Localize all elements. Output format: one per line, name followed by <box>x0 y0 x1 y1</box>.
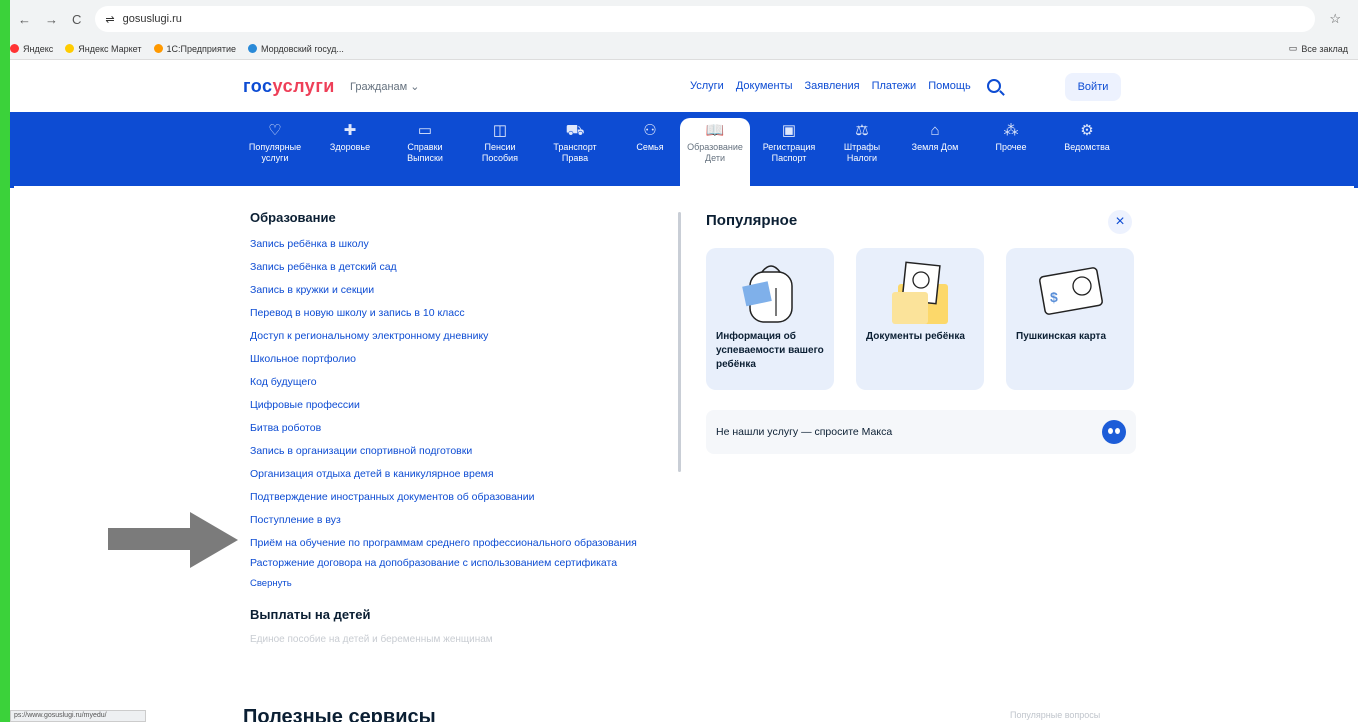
category-transport[interactable]: ⛟ Транспорт Права <box>540 120 610 164</box>
category-popular[interactable]: ♡ Популярные услуги <box>240 120 310 164</box>
nav-applications[interactable]: Заявления <box>805 80 860 92</box>
address-bar: ← → C ⇌ gosuslugi.ru ☆ ⤓ T <box>10 0 1358 38</box>
url-text: gosuslugi.ru <box>122 13 182 25</box>
site-settings-icon[interactable]: ⇌ <box>105 13 114 26</box>
audience-dropdown[interactable]: Гражданам ⌄ <box>350 80 420 93</box>
popular-title: Популярное <box>706 212 798 229</box>
category-other[interactable]: ⁂ Прочее <box>976 120 1046 153</box>
education-dropdown-panel: Образование Запись ребёнка в школу Запис… <box>14 186 1354 696</box>
category-bar: ♡ Популярные услуги ✚ Здоровье ▭ Справки Выпи… <box>10 112 1358 188</box>
url-field[interactable]: ⇌ gosuslugi.ru <box>95 6 1316 32</box>
cross-icon: ✚ <box>343 122 357 139</box>
card-grades[interactable]: Информация об успеваемости вашего ребёнк… <box>706 248 834 390</box>
category-registration[interactable]: ▣ Регистрация Паспорт <box>754 120 824 164</box>
svg-text:$: $ <box>1050 289 1058 305</box>
link-university[interactable]: Поступление в вуз <box>250 509 670 532</box>
education-title: Образование <box>250 210 336 225</box>
link-sports-training[interactable]: Запись в организации спортивной подготов… <box>250 440 670 463</box>
bookmark-1c[interactable]: 1С:Предприятие <box>153 44 236 54</box>
emblem-icon: ⚙ <box>1080 122 1094 139</box>
gosuslugi-logo[interactable]: госуслуги <box>243 76 335 97</box>
link-e-diary[interactable]: Доступ к региональному электронному днев… <box>250 325 670 348</box>
category-health[interactable]: ✚ Здоровье <box>315 120 385 153</box>
search-icon[interactable] <box>986 79 1001 93</box>
wallet-icon: ◫ <box>492 122 508 139</box>
max-assistant-icon[interactable] <box>1102 420 1126 444</box>
useful-services-title: Полезные сервисы <box>243 706 436 722</box>
link-vocational[interactable]: Приём на обучение по программам среднего… <box>250 535 670 552</box>
scrollbar[interactable] <box>678 212 681 472</box>
link-school-enroll[interactable]: Запись ребёнка в школу <box>250 233 670 256</box>
status-url: ps://www.gosuslugi.ru/myedu/ <box>10 710 146 722</box>
nav-documents[interactable]: Документы <box>736 80 793 92</box>
collapse-link[interactable]: Свернуть <box>250 578 670 589</box>
link-clubs[interactable]: Запись в кружки и секции <box>250 279 670 302</box>
link-foreign-docs[interactable]: Подтверждение иностранных документов об … <box>250 486 670 509</box>
reload-icon[interactable]: C <box>72 12 81 27</box>
folder-icon: ▭ <box>417 122 433 139</box>
bookmark-yandex[interactable]: Яндекс <box>10 44 53 54</box>
category-agencies[interactable]: ⚙ Ведомства <box>1052 120 1122 153</box>
pointer-arrow-head <box>190 512 238 568</box>
pushkin-card-icon: $ <box>1039 267 1103 315</box>
link-vacation[interactable]: Организация отдыха детей в каникулярное … <box>250 463 670 486</box>
gavel-icon: ⚖ <box>855 122 869 139</box>
star-icon[interactable]: ☆ <box>1329 11 1341 27</box>
category-land[interactable]: ⌂ Земля Дом <box>900 120 970 153</box>
folder-icon: ▭ <box>1288 43 1298 53</box>
nav-help[interactable]: Помощь <box>928 80 971 92</box>
passport-icon: ▣ <box>781 122 797 139</box>
pointer-arrow-shaft <box>108 528 192 550</box>
all-bookmarks[interactable]: ▭ Все заклад <box>1289 43 1358 54</box>
forward-icon[interactable]: → <box>45 12 58 27</box>
login-button[interactable]: Войти <box>1065 73 1121 101</box>
book-icon: 📖 <box>705 122 725 139</box>
stroller-icon: ⚇ <box>643 122 657 139</box>
link-certificate-contract[interactable]: Расторжение договора на допобразование с… <box>250 555 670 572</box>
category-pensions[interactable]: ◫ Пенсии Пособия <box>465 120 535 164</box>
faded-link[interactable]: Единое пособие на детей и беременным жен… <box>250 634 670 645</box>
card-pushkin[interactable]: $ Пушкинская карта <box>1006 248 1134 390</box>
category-education[interactable]: 📖 Образование Дети <box>680 118 750 188</box>
link-kindergarten[interactable]: Запись ребёнка в детский сад <box>250 256 670 279</box>
globe-icon <box>248 44 257 53</box>
nav-payments[interactable]: Платежи <box>872 80 917 92</box>
back-icon[interactable]: ← <box>18 12 31 27</box>
popular-cards: Информация об успеваемости вашего ребёнк… <box>706 248 1134 390</box>
link-digital-professions[interactable]: Цифровые профессии <box>250 394 670 417</box>
education-links-column: Образование Запись ребёнка в школу Запис… <box>250 210 670 645</box>
faded-footer-text: Популярные вопросы <box>1010 710 1101 720</box>
link-portfolio[interactable]: Школьное портфолио <box>250 348 670 371</box>
heart-icon: ♡ <box>268 122 282 139</box>
child-document-icon <box>892 261 948 324</box>
category-family[interactable]: ⚇ Семья <box>615 120 685 153</box>
market-icon <box>65 44 75 53</box>
browser-window: ← → C ⇌ gosuslugi.ru ☆ ⤓ T Яндекс Яндекс… <box>10 0 1358 722</box>
link-robot-battle[interactable]: Битва роботов <box>250 417 670 440</box>
category-certificates[interactable]: ▭ Справки Выписки <box>390 120 460 164</box>
yandex-icon <box>10 44 19 53</box>
category-fines[interactable]: ⚖ Штрафы Налоги <box>827 120 897 164</box>
1c-icon <box>153 44 163 53</box>
site-header: госуслуги Гражданам ⌄ Услуги Документы З… <box>10 60 1358 112</box>
nav-services[interactable]: Услуги <box>690 80 724 92</box>
house-icon: ⌂ <box>930 122 940 139</box>
link-school-transfer[interactable]: Перевод в новую школу и запись в 10 клас… <box>250 302 670 325</box>
car-icon: ⛟ <box>565 122 585 139</box>
child-payments-title: Выплаты на детей <box>250 607 371 622</box>
popular-column: Популярное × Информация об успеваемости … <box>706 210 1136 454</box>
card-child-documents[interactable]: Документы ребёнка <box>856 248 984 390</box>
link-future-code[interactable]: Код будущего <box>250 371 670 394</box>
top-nav: Услуги Документы Заявления Платежи Помощ… <box>690 79 1001 93</box>
close-icon[interactable]: × <box>1108 210 1132 234</box>
ask-max-bar[interactable]: Не нашли услугу — спросите Макса <box>706 410 1136 454</box>
bookmark-mordovia[interactable]: Мордовский госуд... <box>248 44 344 54</box>
bookmarks-bar: Яндекс Яндекс Маркет 1С:Предприятие Морд… <box>10 38 1358 60</box>
backpack-icon <box>742 265 793 323</box>
grid-icon: ⁂ <box>1003 122 1019 139</box>
bookmark-yandex-market[interactable]: Яндекс Маркет <box>65 44 142 54</box>
